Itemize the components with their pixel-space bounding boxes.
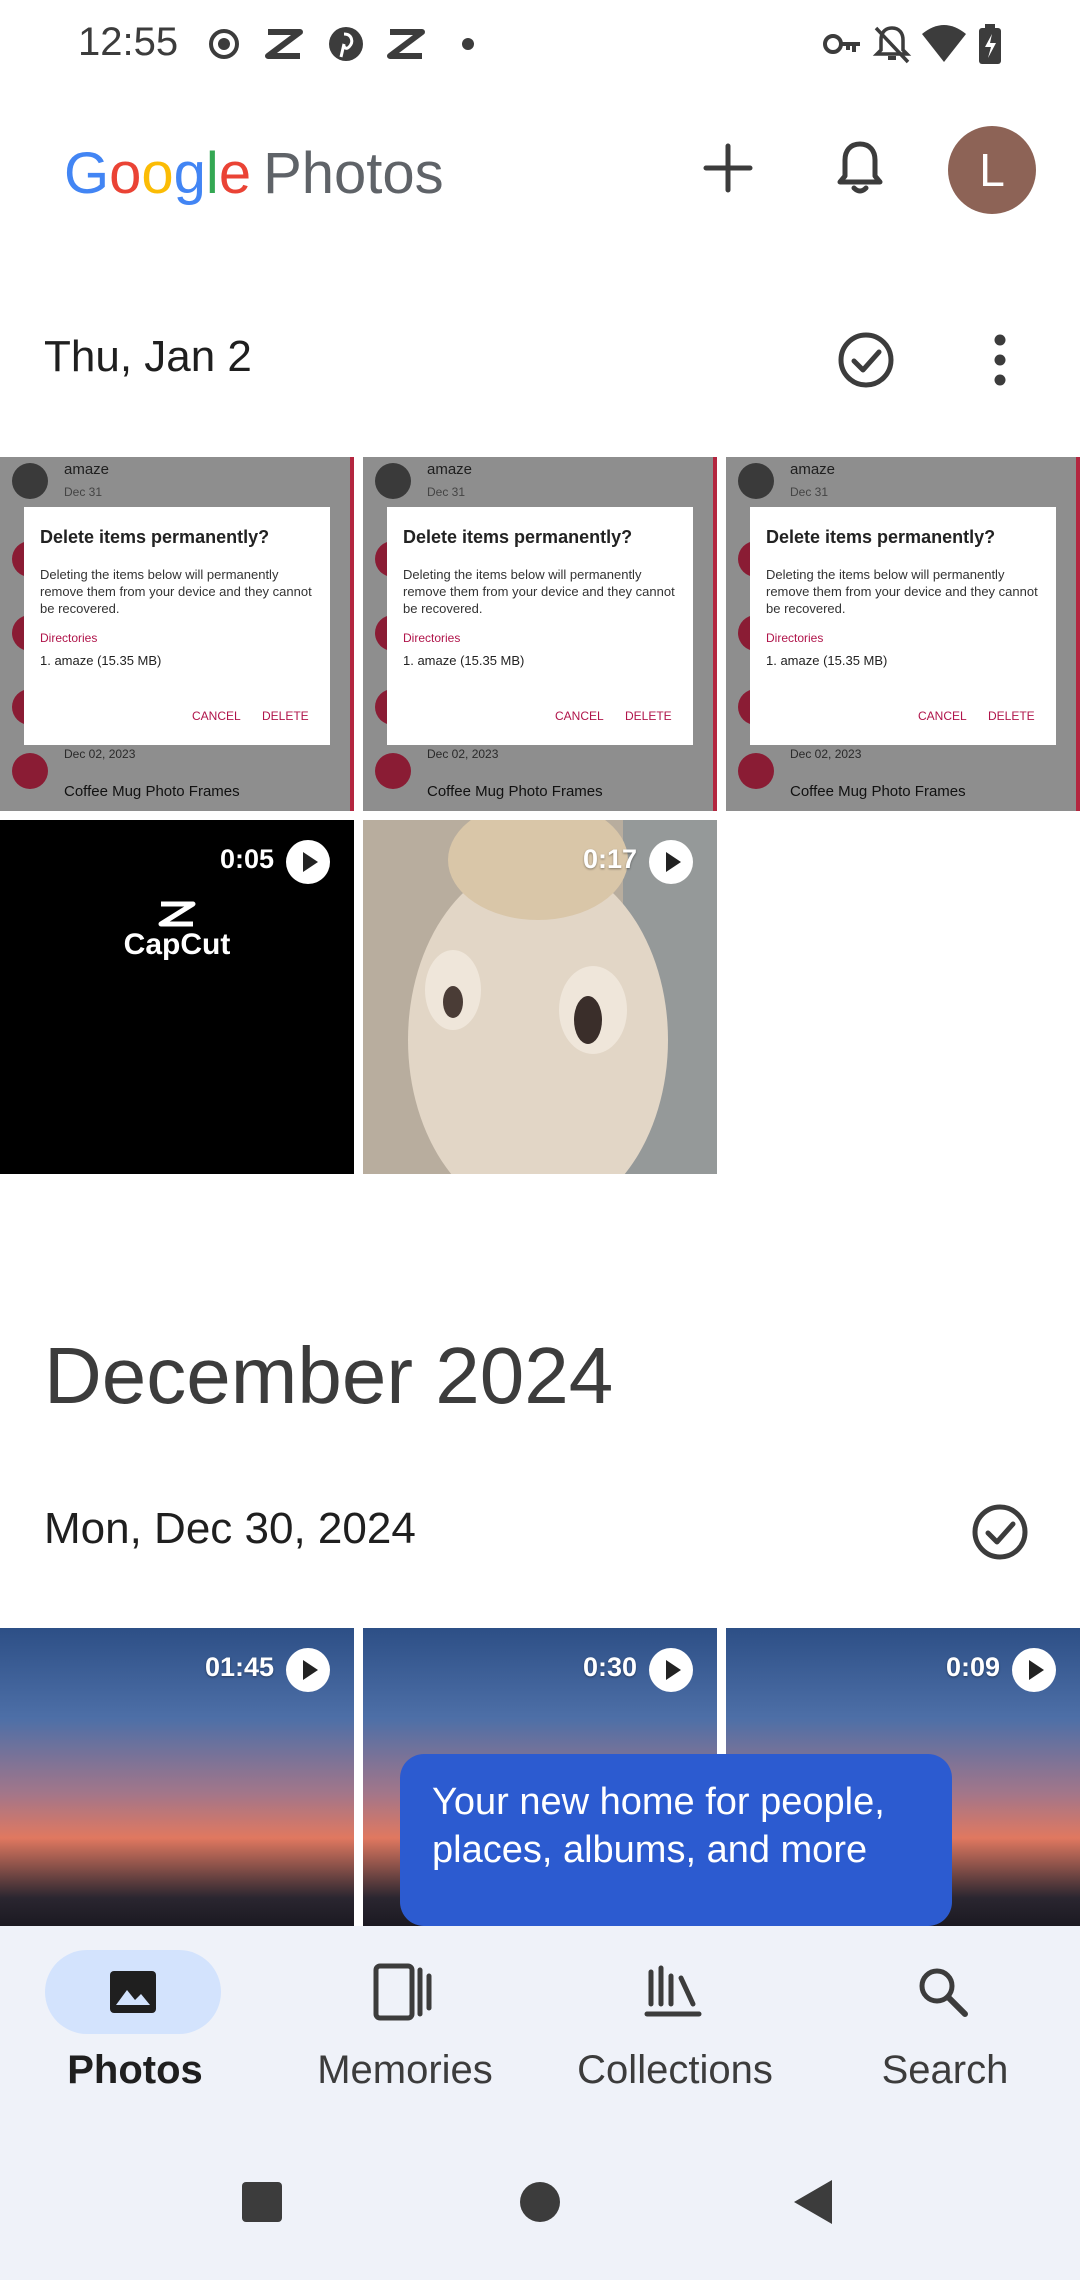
add-icon[interactable]: [690, 130, 766, 206]
play-icon: [286, 1648, 330, 1692]
month-heading: December 2024: [44, 1331, 614, 1420]
nav-item-memories[interactable]: Memories: [270, 1926, 540, 2126]
thumb-dialog-cancel: CANCEL: [555, 709, 604, 723]
date-header: Thu, Jan 2: [0, 298, 1080, 418]
select-all-check-icon[interactable]: [834, 328, 898, 392]
thumb-app-date: Dec 31: [64, 485, 103, 499]
record-icon: [209, 29, 239, 59]
thumb-app-date: Dec 31: [790, 485, 829, 499]
thumb-dialog-body: Deleting the items below will permanentl…: [40, 567, 312, 616]
nav-active-indicator: [45, 1950, 221, 2034]
capcut-icon: [387, 29, 425, 59]
thumb-app-name: amaze: [427, 461, 473, 478]
thumb-dialog: Delete items permanently? Deleting the i…: [750, 507, 1056, 745]
capcut-icon: [265, 29, 303, 59]
date-header: Mon, Dec 30, 2024: [0, 1468, 1080, 1588]
notifications-off-icon: [872, 26, 912, 64]
dot-icon: [462, 38, 474, 50]
thumb-dialog-cancel: CANCEL: [918, 709, 967, 723]
notifications-bell-icon[interactable]: [822, 130, 898, 206]
date-label: Thu, Jan 2: [44, 332, 252, 381]
nav-label-memories: Memories: [317, 2048, 493, 2092]
play-icon: [649, 1648, 693, 1692]
app-bar: Google Photos L: [0, 100, 1080, 240]
thumb-dialog-item: 1. amaze (15.35 MB): [40, 653, 162, 668]
capcut-logo-icon: [158, 901, 196, 927]
pinterest-icon: [329, 27, 363, 61]
nav-label-photos: Photos: [67, 2048, 203, 2092]
thumb-dialog: Delete items permanently? Deleting the i…: [387, 507, 693, 745]
thumb-dialog: Delete items permanently? Deleting the i…: [24, 507, 330, 745]
nav-icon-container: [315, 1950, 491, 2034]
nav-item-collections[interactable]: Collections: [540, 1926, 810, 2126]
photo-thumbnail[interactable]: amaze Dec 31 Delete items permanently? D…: [726, 457, 1080, 811]
back-icon[interactable]: [792, 2178, 836, 2226]
thumb-app-date: Dec 31: [427, 485, 466, 499]
thumb-list-item: Coffee Mug Photo Frames: [427, 783, 603, 800]
nav-label-collections: Collections: [577, 2048, 773, 2092]
memories-icon: [373, 1963, 432, 2021]
video-thumbnail[interactable]: 01:45: [0, 1628, 354, 1928]
thumb-app-name: amaze: [64, 461, 110, 478]
nav-icon-container: [855, 1950, 1031, 2034]
status-bar: 12:55: [0, 0, 1080, 88]
vpn-key-icon: [823, 34, 860, 54]
thumb-dialog-directories: Directories: [40, 631, 98, 645]
thumb-list-date: Dec 02, 2023: [64, 747, 136, 761]
nav-label-search: Search: [881, 2048, 1009, 2092]
thumb-dialog-title: Delete items permanently?: [40, 527, 270, 547]
date-label: Mon, Dec 30, 2024: [44, 1504, 416, 1553]
play-icon: [1012, 1648, 1056, 1692]
battery-charging-icon: [979, 24, 1001, 64]
nav-icon-container: [585, 1950, 761, 2034]
video-thumbnail[interactable]: 0:05 CapCut: [0, 820, 354, 1174]
thumb-dialog-cancel: CANCEL: [192, 709, 241, 723]
collections-tooltip[interactable]: Your new home for people, places, albums…: [400, 1754, 952, 1952]
video-duration: 0:30: [582, 1652, 637, 1682]
video-duration: 0:17: [582, 844, 637, 874]
select-all-check-icon[interactable]: [968, 1500, 1032, 1564]
video-duration: 0:09: [945, 1652, 1000, 1682]
thumb-list-date: Dec 02, 2023: [790, 747, 862, 761]
app-logo: Google Photos: [64, 141, 444, 206]
search-icon: [919, 1968, 968, 2017]
thumb-list-item: Coffee Mug Photo Frames: [790, 783, 966, 800]
photo-icon: [110, 1971, 156, 2013]
thumb-app-name: amaze: [790, 461, 836, 478]
account-avatar[interactable]: L: [948, 126, 1036, 214]
tooltip-text: Your new home for people, places, albums…: [432, 1781, 885, 1871]
recents-icon[interactable]: [240, 2180, 284, 2224]
thumb-dialog-directories: Directories: [766, 631, 824, 645]
system-navigation-bar: [0, 2126, 1080, 2280]
logo-photos-text: Photos: [263, 141, 444, 206]
nav-item-search[interactable]: Search: [810, 1926, 1080, 2126]
status-time: 12:55: [78, 20, 179, 64]
nav-item-photos[interactable]: Photos: [0, 1926, 270, 2126]
thumb-list-item: Coffee Mug Photo Frames: [64, 783, 240, 800]
capcut-text: CapCut: [123, 928, 231, 961]
thumb-dialog-delete: DELETE: [625, 709, 672, 723]
photo-thumbnail[interactable]: amaze Dec 31 Delete items permanently? D…: [0, 457, 354, 811]
wifi-icon: [922, 25, 966, 62]
thumb-dialog-directories: Directories: [403, 631, 461, 645]
more-options-icon[interactable]: [980, 328, 1020, 392]
thumb-dialog-delete: DELETE: [262, 709, 309, 723]
thumb-dialog-title: Delete items permanently?: [403, 527, 633, 547]
video-duration: 0:05: [219, 844, 274, 874]
video-thumbnail[interactable]: 0:17: [363, 820, 717, 1174]
thumb-dialog-body: Deleting the items below will permanentl…: [403, 567, 675, 616]
thumb-dialog-title: Delete items permanently?: [766, 527, 996, 547]
home-icon[interactable]: [518, 2180, 562, 2224]
play-icon: [286, 840, 330, 884]
collections-icon: [644, 1965, 702, 2017]
play-icon: [649, 840, 693, 884]
photo-thumbnail[interactable]: amaze Dec 31 Delete items permanently? D…: [363, 457, 717, 811]
thumb-dialog-item: 1. amaze (15.35 MB): [403, 653, 525, 668]
thumb-dialog-delete: DELETE: [988, 709, 1035, 723]
bottom-navigation: Photos Memories Collections Search: [0, 1926, 1080, 2126]
video-duration: 01:45: [204, 1652, 274, 1682]
thumb-dialog-body: Deleting the items below will permanentl…: [766, 567, 1038, 616]
thumb-list-date: Dec 02, 2023: [427, 747, 499, 761]
thumb-dialog-item: 1. amaze (15.35 MB): [766, 653, 888, 668]
